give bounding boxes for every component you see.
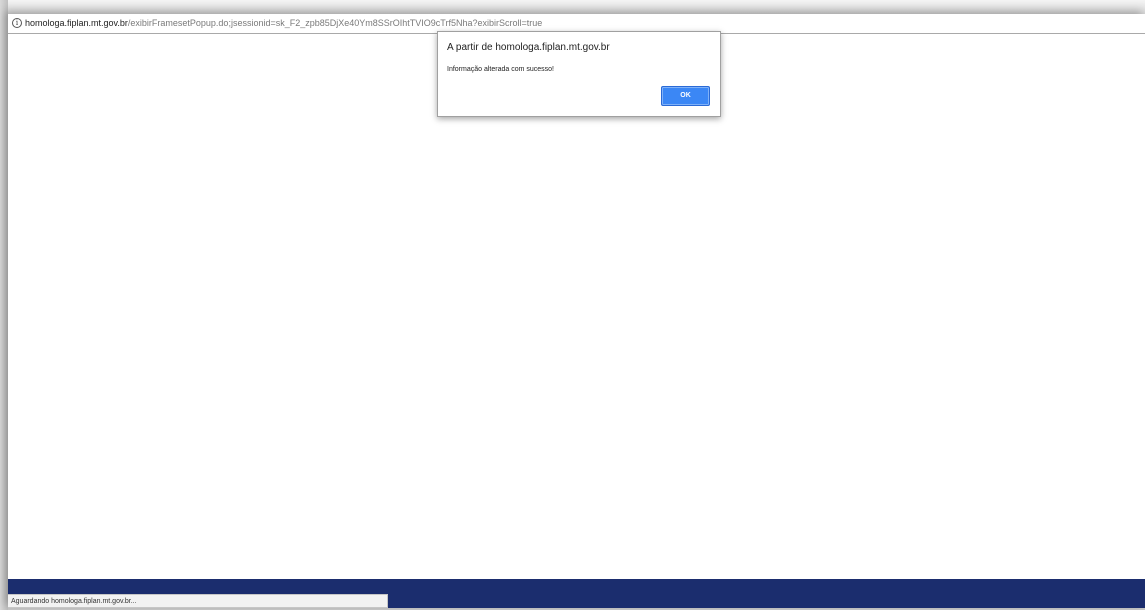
ok-button[interactable]: OK xyxy=(661,86,710,106)
window-shadow-top xyxy=(0,0,1145,14)
info-icon[interactable]: i xyxy=(12,17,22,28)
url-host: homologa.fiplan.mt.gov.br xyxy=(25,18,128,28)
url-path: /exibirFramesetPopup.do;jsessionid=sk_F2… xyxy=(127,18,543,28)
browser-window: i homologa.fiplan.mt.gov.br/exibirFramese… xyxy=(8,14,1145,608)
window-shadow-left xyxy=(0,0,8,610)
alert-dialog: A partir de homologa.fiplan.mt.gov.br In… xyxy=(437,31,721,117)
dialog-message: Informação alterada com sucesso! xyxy=(447,66,554,73)
status-bar: Aguardando homologa.fiplan.mt.gov.br... xyxy=(8,594,388,608)
dialog-title: A partir de homologa.fiplan.mt.gov.br xyxy=(447,42,610,53)
